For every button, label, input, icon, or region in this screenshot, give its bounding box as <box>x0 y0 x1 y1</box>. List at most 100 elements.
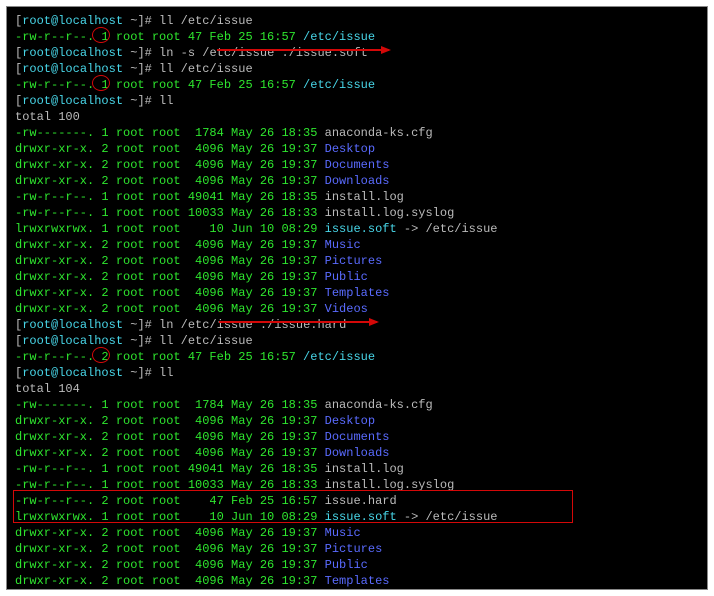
output-segment: Public <box>325 558 368 572</box>
terminal-line: -rw-r--r--. 1 root root 49041 May 26 18:… <box>15 461 699 477</box>
output-segment: drwxr-xr-x. 2 root root 4096 May 26 19:3… <box>15 254 325 268</box>
prompt-userhost: root@localhost <box>22 366 123 380</box>
prompt-bracket-close: ]# <box>137 46 159 60</box>
terminal-line: [root@localhost ~]# ll <box>15 365 699 381</box>
output-segment: drwxr-xr-x. 2 root root 4096 May 26 19:3… <box>15 174 325 188</box>
output-segment: /etc/issue <box>303 350 375 364</box>
output-segment: Templates <box>325 574 390 588</box>
output-segment: Templates <box>325 286 390 300</box>
output-segment: install.log.syslog <box>325 478 455 492</box>
output-segment: -rw-r--r--. 1 root root 47 Feb 25 16:57 <box>15 30 303 44</box>
output-segment: drwxr-xr-x. 2 root root 4096 May 26 19:3… <box>15 142 325 156</box>
terminal-line: drwxr-xr-x. 2 root root 4096 May 26 19:3… <box>15 157 699 173</box>
output-segment: install.log.syslog <box>325 206 455 220</box>
output-segment: drwxr-xr-x. 2 root root 4096 May 26 19:3… <box>15 574 325 588</box>
output-segment: drwxr-xr-x. 2 root root 4096 May 26 19:3… <box>15 430 325 444</box>
terminal-line: lrwxrwxrwx. 1 root root 10 Jun 10 08:29 … <box>15 509 699 525</box>
terminal-line: drwxr-xr-x. 2 root root 4096 May 26 19:3… <box>15 173 699 189</box>
output-segment: -rw-r--r--. 1 root root 49041 May 26 18:… <box>15 462 325 476</box>
command-text: ln /etc/issue ./issue.hard <box>159 318 346 332</box>
terminal-line: drwxr-xr-x. 2 root root 4096 May 26 19:3… <box>15 253 699 269</box>
command-text: ln -s /etc/issue ./issue.soft <box>159 46 368 60</box>
output-segment: Music <box>325 238 361 252</box>
output-segment: Videos <box>325 302 368 316</box>
output-segment: drwxr-xr-x. 2 root root 4096 May 26 19:3… <box>15 238 325 252</box>
terminal-line: [root@localhost ~]# ln -s /etc/issue ./i… <box>15 45 699 61</box>
terminal-window[interactable]: [root@localhost ~]# ll /etc/issue-rw-r--… <box>6 6 708 590</box>
output-segment: -rw-r--r--. 1 root root 47 Feb 25 16:57 <box>15 78 303 92</box>
command-text: ll /etc/issue <box>159 62 253 76</box>
terminal-line: [root@localhost ~]# ln /etc/issue ./issu… <box>15 317 699 333</box>
output-segment: Documents <box>325 430 390 444</box>
terminal-line: -rw-r--r--. 2 root root 47 Feb 25 16:57 … <box>15 349 699 365</box>
output-segment: -rw-r--r--. 1 root root 10033 May 26 18:… <box>15 206 325 220</box>
terminal-line: drwxr-xr-x. 2 root root 4096 May 26 19:3… <box>15 429 699 445</box>
terminal-line: -rw-r--r--. 1 root root 47 Feb 25 16:57 … <box>15 29 699 45</box>
terminal-line: -rw-r--r--. 1 root root 47 Feb 25 16:57 … <box>15 77 699 93</box>
prompt-userhost: root@localhost <box>22 14 123 28</box>
terminal-line: -rw-r--r--. 1 root root 10033 May 26 18:… <box>15 205 699 221</box>
terminal-line: [root@localhost ~]# ll /etc/issue <box>15 333 699 349</box>
output-segment: Desktop <box>325 142 375 156</box>
prompt-bracket-close: ]# <box>137 94 159 108</box>
output-segment: Pictures <box>325 254 383 268</box>
command-text: ll <box>159 366 173 380</box>
output-segment: total 100 <box>15 110 80 124</box>
prompt-userhost: root@localhost <box>22 62 123 76</box>
prompt-bracket-close: ]# <box>137 318 159 332</box>
terminal-line: [root@localhost ~]# ll /etc/issue <box>15 61 699 77</box>
output-segment: drwxr-xr-x. 2 root root 4096 May 26 19:3… <box>15 558 325 572</box>
output-segment: drwxr-xr-x. 2 root root 4096 May 26 19:3… <box>15 542 325 556</box>
terminal-line: drwxr-xr-x. 2 root root 4096 May 26 19:3… <box>15 445 699 461</box>
terminal-line: -rw-r--r--. 1 root root 49041 May 26 18:… <box>15 189 699 205</box>
output-segment: install.log <box>325 462 404 476</box>
output-segment: lrwxrwxrwx. 1 root root 10 Jun 10 08:29 <box>15 510 325 524</box>
terminal-line: drwxr-xr-x. 2 root root 4096 May 26 19:3… <box>15 141 699 157</box>
output-segment: /etc/issue <box>303 30 375 44</box>
command-text: ll /etc/issue <box>159 334 253 348</box>
output-segment: issue.soft <box>325 510 397 524</box>
command-text: ll /etc/issue <box>159 14 253 28</box>
terminal-line: drwxr-xr-x. 2 root root 4096 May 26 19:3… <box>15 573 699 589</box>
output-segment: lrwxrwxrwx. 1 root root 10 Jun 10 08:29 <box>15 222 325 236</box>
terminal-line: total 100 <box>15 109 699 125</box>
terminal-line: drwxr-xr-x. 2 root root 4096 May 26 19:3… <box>15 589 699 590</box>
terminal-line: lrwxrwxrwx. 1 root root 10 Jun 10 08:29 … <box>15 221 699 237</box>
terminal-line: drwxr-xr-x. 2 root root 4096 May 26 19:3… <box>15 413 699 429</box>
output-segment: install.log <box>325 190 404 204</box>
output-segment: -rw-r--r--. 2 root root 47 Feb 25 16:57 <box>15 494 325 508</box>
output-segment: Desktop <box>325 414 375 428</box>
prompt-userhost: root@localhost <box>22 334 123 348</box>
command-text: ll <box>159 94 173 108</box>
output-segment: -rw-------. 1 root root 1784 May 26 18:3… <box>15 398 325 412</box>
prompt-bracket-close: ]# <box>137 334 159 348</box>
terminal-line: -rw-r--r--. 2 root root 47 Feb 25 16:57 … <box>15 493 699 509</box>
output-segment: issue.hard <box>325 494 397 508</box>
output-segment: Documents <box>325 158 390 172</box>
output-segment: Downloads <box>325 446 390 460</box>
prompt-bracket-close: ]# <box>137 14 159 28</box>
terminal-line: drwxr-xr-x. 2 root root 4096 May 26 19:3… <box>15 557 699 573</box>
terminal-line: drwxr-xr-x. 2 root root 4096 May 26 19:3… <box>15 301 699 317</box>
output-segment: Pictures <box>325 542 383 556</box>
output-segment: drwxr-xr-x. 2 root root 4096 May 26 19:3… <box>15 286 325 300</box>
output-segment: issue.soft <box>325 222 397 236</box>
output-segment: total 104 <box>15 382 80 396</box>
terminal-line: -rw-------. 1 root root 1784 May 26 18:3… <box>15 397 699 413</box>
output-segment: -rw-r--r--. 2 root root 47 Feb 25 16:57 <box>15 350 303 364</box>
output-segment: drwxr-xr-x. 2 root root 4096 May 26 19:3… <box>15 526 325 540</box>
terminal-line: -rw-------. 1 root root 1784 May 26 18:3… <box>15 125 699 141</box>
output-segment: drwxr-xr-x. 2 root root 4096 May 26 19:3… <box>15 158 325 172</box>
terminal-line: [root@localhost ~]# ll /etc/issue <box>15 13 699 29</box>
terminal-line: [root@localhost ~]# ll <box>15 93 699 109</box>
output-segment: drwxr-xr-x. 2 root root 4096 May 26 19:3… <box>15 414 325 428</box>
output-segment: Downloads <box>325 174 390 188</box>
output-segment: -rw-r--r--. 1 root root 10033 May 26 18:… <box>15 478 325 492</box>
output-segment: drwxr-xr-x. 2 root root 4096 May 26 19:3… <box>15 270 325 284</box>
output-segment: Public <box>325 270 368 284</box>
output-segment: -rw-------. 1 root root 1784 May 26 18:3… <box>15 126 325 140</box>
output-segment: Music <box>325 526 361 540</box>
output-segment: -> /etc/issue <box>397 510 498 524</box>
output-segment: drwxr-xr-x. 2 root root 4096 May 26 19:3… <box>15 446 325 460</box>
output-segment: drwxr-xr-x. 2 root root 4096 May 26 19:3… <box>15 302 325 316</box>
